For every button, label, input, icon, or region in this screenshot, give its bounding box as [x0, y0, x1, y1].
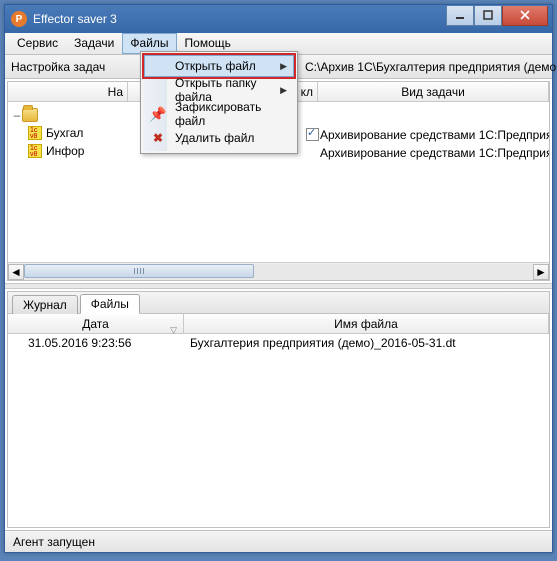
col-name[interactable]: На: [8, 82, 128, 101]
files-grid[interactable]: 31.05.2016 9:23:56 Бухгалтерия предприят…: [8, 334, 549, 527]
submenu-arrow-icon: ▶: [280, 85, 287, 96]
collapse-icon[interactable]: –: [12, 108, 22, 122]
task-checkbox[interactable]: [306, 128, 319, 141]
col-filename[interactable]: Имя файла: [184, 314, 549, 333]
window-title: Effector saver 3: [33, 12, 446, 26]
title-bar[interactable]: P Effector saver 3: [5, 5, 552, 33]
menu-open-folder[interactable]: Открыть папку файла ▶: [145, 79, 293, 101]
scroll-track[interactable]: [24, 264, 533, 280]
scroll-left-button[interactable]: ◄: [8, 264, 24, 280]
window-controls: [446, 6, 552, 26]
task-row[interactable]: 1c v8 Бухгал: [12, 124, 84, 142]
delete-icon: ✖: [151, 131, 165, 145]
pin-icon: 📌: [151, 107, 165, 121]
task-name: Инфор: [46, 144, 84, 158]
status-text: Агент запущен: [13, 535, 95, 549]
files-columns: Дата ▽ Имя файла: [8, 314, 549, 334]
menu-service[interactable]: Сервис: [9, 33, 66, 54]
toolbar-label: Настройка задач: [11, 60, 105, 74]
file-name: Бухгалтерия предприятия (демо)_2016-05-3…: [184, 336, 549, 350]
task-type: Архивирование средствами 1С:Предприятие …: [320, 144, 549, 162]
col-date[interactable]: Дата ▽: [8, 314, 184, 333]
menu-label: Зафиксировать файл: [175, 100, 287, 128]
tree-root[interactable]: –: [12, 106, 84, 124]
tab-files[interactable]: Файлы: [80, 294, 140, 314]
menu-delete-file[interactable]: ✖ Удалить файл: [145, 127, 293, 149]
tab-journal[interactable]: Журнал: [12, 295, 78, 314]
close-button[interactable]: [502, 6, 548, 26]
splitter[interactable]: [5, 283, 552, 289]
menu-open-file[interactable]: Открыть файл ▶: [144, 55, 294, 77]
task-name: Бухгал: [46, 126, 83, 140]
file-date: 31.05.2016 9:23:56: [8, 336, 184, 350]
files-panel: Журнал Файлы Дата ▽ Имя файла 31.05.2016…: [7, 291, 550, 528]
menu-label: Удалить файл: [175, 131, 254, 145]
menu-tasks[interactable]: Задачи: [66, 33, 122, 54]
task-type: Архивирование средствами 1С:Предприятие …: [320, 126, 549, 144]
status-bar: Агент запущен: [5, 530, 552, 552]
folder-icon: [22, 108, 38, 122]
onec-icon: 1c v8: [28, 126, 42, 140]
menu-fix-file[interactable]: 📌 Зафиксировать файл: [145, 103, 293, 125]
maximize-button[interactable]: [474, 6, 502, 26]
lower-tabs: Журнал Файлы: [8, 292, 549, 314]
col-date-label: Дата: [82, 317, 109, 331]
file-row[interactable]: 31.05.2016 9:23:56 Бухгалтерия предприят…: [8, 334, 549, 352]
horizontal-scrollbar[interactable]: ◄ ►: [8, 262, 549, 280]
submenu-arrow-icon: ▶: [280, 61, 287, 72]
files-dropdown-menu: Открыть файл ▶ Открыть папку файла ▶ 📌 З…: [140, 51, 298, 154]
menu-label: Открыть файл: [175, 59, 256, 73]
minimize-button[interactable]: [446, 6, 474, 26]
task-type-column: Архивирование средствами 1С:Предприятие …: [320, 126, 549, 162]
scroll-thumb[interactable]: [24, 264, 254, 278]
onec-icon: 1c v8: [28, 144, 42, 158]
task-row[interactable]: 1c v8 Инфор: [12, 142, 84, 160]
app-icon: P: [11, 11, 27, 27]
sort-indicator-icon: ▽: [170, 320, 177, 340]
scroll-right-button[interactable]: ►: [533, 264, 549, 280]
current-path: C:\Архив 1С\Бухгалтерия предприятия (дем…: [305, 60, 556, 74]
col-type[interactable]: Вид задачи: [318, 82, 549, 101]
